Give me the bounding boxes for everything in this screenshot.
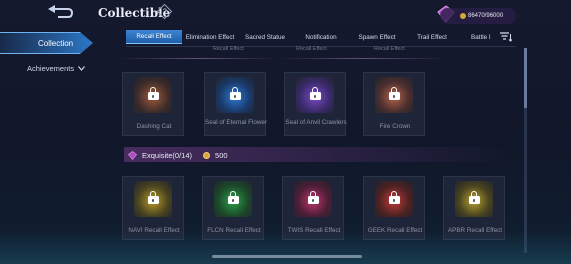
card-image: [375, 77, 413, 113]
sidebar-item-label: Achievements: [27, 64, 75, 73]
help-icon: ?: [162, 8, 167, 15]
tab-recall-effect[interactable]: Recall Effect: [126, 30, 182, 44]
sidebar-item-label: Collection: [38, 38, 74, 48]
lock-icon: [388, 86, 400, 101]
bottom-glow: [0, 230, 571, 264]
card-label: Recall Effect: [374, 46, 405, 52]
tab-spawn-effect[interactable]: Spawn Effect: [351, 30, 403, 44]
card-image: [294, 181, 332, 217]
lock-icon: [227, 190, 239, 205]
filter-button[interactable]: [497, 30, 515, 44]
coin-icon: [203, 151, 211, 159]
currency-value: 86470/96000: [468, 13, 504, 19]
section-cost: 500: [215, 150, 228, 160]
scrollbar[interactable]: [524, 48, 527, 253]
card-image: [296, 77, 334, 113]
lock-icon: [309, 86, 321, 101]
card-image: [134, 181, 172, 217]
collectible-card[interactable]: Seal of Eternal Flower: [204, 72, 267, 136]
row-divider: [118, 58, 280, 59]
lock-icon: [229, 86, 241, 101]
card-label: Dashing Cat: [136, 123, 172, 130]
lock-icon: [147, 190, 159, 205]
section-header-exquisite: Exquisite(0/14) 500: [128, 149, 228, 161]
back-arrow-icon: [48, 5, 74, 18]
card-image: [455, 181, 493, 217]
tab-notification[interactable]: Notification: [295, 30, 347, 44]
tab-sacred-statue[interactable]: Sacred Statue: [239, 30, 291, 44]
lock-icon: [147, 86, 159, 101]
card-label: Recall Effect: [296, 46, 327, 52]
tab-trail-effect[interactable]: Trail Effect: [407, 30, 457, 44]
card-image: [216, 77, 254, 113]
sidebar-item-collection[interactable]: Collection: [0, 32, 93, 54]
diamond-icon: [128, 150, 137, 160]
card-image: [375, 181, 413, 217]
collectible-card[interactable]: Dashing Cat: [122, 72, 184, 136]
card-label: Seal of Eternal Flower: [205, 119, 267, 126]
top-bar: Collectible ? 86470/96000: [0, 0, 571, 28]
collectible-card[interactable]: Seal of Anvil Crawlers: [284, 72, 347, 136]
lock-icon: [468, 190, 480, 205]
previous-row-labels: Recall Effect Recall Effect Recall Effec…: [118, 46, 518, 54]
currency-counter: 86470/96000: [440, 8, 516, 24]
card-image: [134, 77, 172, 113]
lock-icon: [388, 190, 400, 205]
collectible-card[interactable]: Fire Crown: [363, 72, 425, 136]
back-button[interactable]: [44, 4, 76, 20]
card-label: Seal of Anvil Crawlers: [285, 119, 347, 126]
lock-icon: [307, 190, 319, 205]
row-divider: [278, 58, 448, 59]
scrollbar-thumb[interactable]: [524, 48, 527, 108]
filter-icon: [500, 32, 512, 42]
card-label: Fire Crown: [379, 123, 411, 130]
card-label: Recall Effect: [213, 46, 244, 52]
tab-battle[interactable]: Battle I: [461, 30, 497, 44]
sidebar: Collection Achievements: [0, 28, 110, 264]
section-title: Exquisite(0/14): [142, 150, 193, 160]
card-image: [214, 181, 252, 217]
coin-icon: [460, 13, 466, 19]
home-indicator: [212, 255, 362, 258]
chevron-down-icon: [78, 66, 86, 71]
sidebar-item-achievements[interactable]: Achievements: [27, 64, 86, 73]
tab-elimination-effect[interactable]: Elimination Effect: [183, 30, 237, 44]
